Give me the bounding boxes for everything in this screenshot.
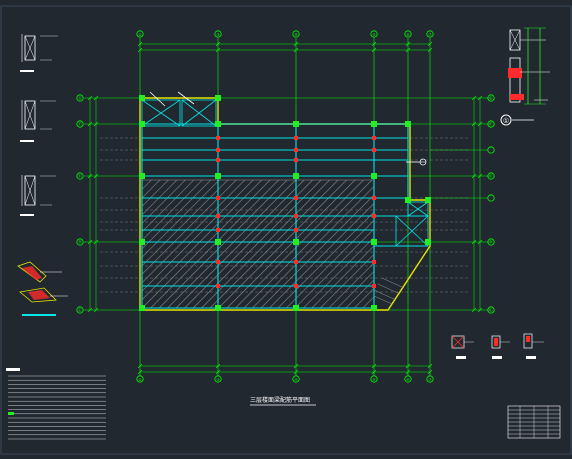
column-rebar-mark: [216, 260, 220, 264]
grid-bubble-label: Ⓓ: [78, 239, 82, 245]
grid-bubble-label: ③: [216, 377, 220, 382]
column-node: [371, 121, 377, 127]
grid-bubble-label: ①: [138, 377, 142, 382]
notes-heading: [6, 368, 20, 371]
column-rebar-mark: [294, 158, 298, 162]
column-rebar-mark: [216, 228, 220, 232]
column-node: [405, 197, 411, 203]
drawing-title: 三层楼面梁配筋平面图: [250, 396, 310, 404]
note-mark: [8, 412, 14, 415]
column-node: [139, 173, 145, 179]
general-notes: [6, 368, 106, 440]
column-detail-3: [20, 175, 56, 216]
grid-bubble: [487, 194, 495, 202]
column-rebar-mark: [294, 284, 298, 288]
column-rebar-mark: [216, 214, 220, 218]
column-node: [371, 173, 377, 179]
grid-bubble-label: Ⓖ: [78, 95, 82, 101]
column-rebar-mark: [216, 284, 220, 288]
grid-bubble-label: ⑤: [372, 377, 376, 382]
column-rebar-mark: [216, 136, 220, 140]
column-rebar-mark: [372, 196, 376, 200]
column-rebar-mark: [294, 214, 298, 218]
column-node: [371, 239, 377, 245]
floor-plan-svg: ① ① ③ ③ ④ ④ ⑤ ⑤ ⑥ ⑥ ⑦ ⑦ Ⓖ Ⓖ Ⓕ Ⓕ Ⓔ Ⓔ Ⓓ Ⓓ Ⓒ Ⓒ ① 三层楼面梁配筋平面图: [0, 5, 572, 455]
grid-bubble-label: Ⓕ: [78, 121, 82, 127]
grid-bubble-label: ⑥: [406, 32, 410, 37]
column-node: [425, 197, 431, 203]
grid-bubble-label: ④: [294, 32, 298, 37]
column-rebar-mark: [372, 148, 376, 152]
grid-bubble-label: Ⓒ: [78, 307, 82, 313]
grid-bubble-label: ③: [216, 32, 220, 37]
column-rebar-mark: [372, 136, 376, 140]
column-node: [139, 305, 145, 311]
column-rebar-mark: [294, 260, 298, 264]
detail-marker-label: ①: [503, 117, 509, 125]
detail-callout-icon: ①: [500, 27, 550, 126]
column-rebar-mark: [294, 196, 298, 200]
right-stair-opening: [395, 201, 429, 247]
grid-bubble-label: Ⓒ: [489, 307, 493, 313]
column-detail-1: [20, 34, 58, 72]
column-node: [215, 95, 221, 101]
grid-bubble-label: Ⓔ: [489, 173, 493, 179]
column-node: [215, 305, 221, 311]
small-column-sections: [451, 333, 544, 359]
column-node: [215, 121, 221, 127]
column-rebar-mark: [216, 196, 220, 200]
column-node: [139, 95, 145, 101]
column-node: [293, 305, 299, 311]
column-node: [293, 239, 299, 245]
column-node: [425, 239, 431, 245]
grid-bubble-label: Ⓖ: [489, 95, 493, 101]
grid-bubble-label: Ⓓ: [489, 239, 493, 245]
column-node: [371, 305, 377, 311]
column-node: [215, 173, 221, 179]
beam-joint-detail: [17, 261, 68, 316]
column-rebar-mark: [216, 158, 220, 162]
column-node: [139, 239, 145, 245]
corner-ramp: [373, 277, 405, 305]
grid-bubble-label: Ⓔ: [78, 173, 82, 179]
column-rebar-mark: [294, 136, 298, 140]
column-node: [405, 121, 411, 127]
grid-bubble-label: ⑦: [428, 32, 432, 37]
grid-bubble-label: ⑤: [372, 32, 376, 37]
grid-bubble-label: ④: [294, 377, 298, 382]
grid-bubble-label: ⑦: [428, 377, 432, 382]
title-block: [507, 405, 561, 439]
column-node: [293, 173, 299, 179]
slab-hatch-main: [142, 180, 374, 308]
grid-bubble-label: ⑥: [406, 377, 410, 382]
column-rebar-mark: [216, 148, 220, 152]
column-rebar-mark: [294, 148, 298, 152]
column-node: [293, 121, 299, 127]
column-rebar-mark: [372, 214, 376, 218]
cad-drawing-canvas[interactable]: ① ① ③ ③ ④ ④ ⑤ ⑤ ⑥ ⑥ ⑦ ⑦ Ⓖ Ⓖ Ⓕ Ⓕ Ⓔ Ⓔ Ⓓ Ⓓ Ⓒ Ⓒ: [0, 0, 572, 455]
stair-opening: [141, 91, 217, 127]
column-rebar-mark: [372, 260, 376, 264]
grid-bubble-label: Ⓕ: [489, 121, 493, 127]
column-rebar-mark: [372, 284, 376, 288]
column-node: [139, 121, 145, 127]
grid-bubble: [487, 146, 495, 154]
column-node: [215, 239, 221, 245]
grid-bubble-label: ①: [138, 32, 142, 37]
column-detail-2: [20, 100, 56, 142]
column-rebar-mark: [294, 228, 298, 232]
